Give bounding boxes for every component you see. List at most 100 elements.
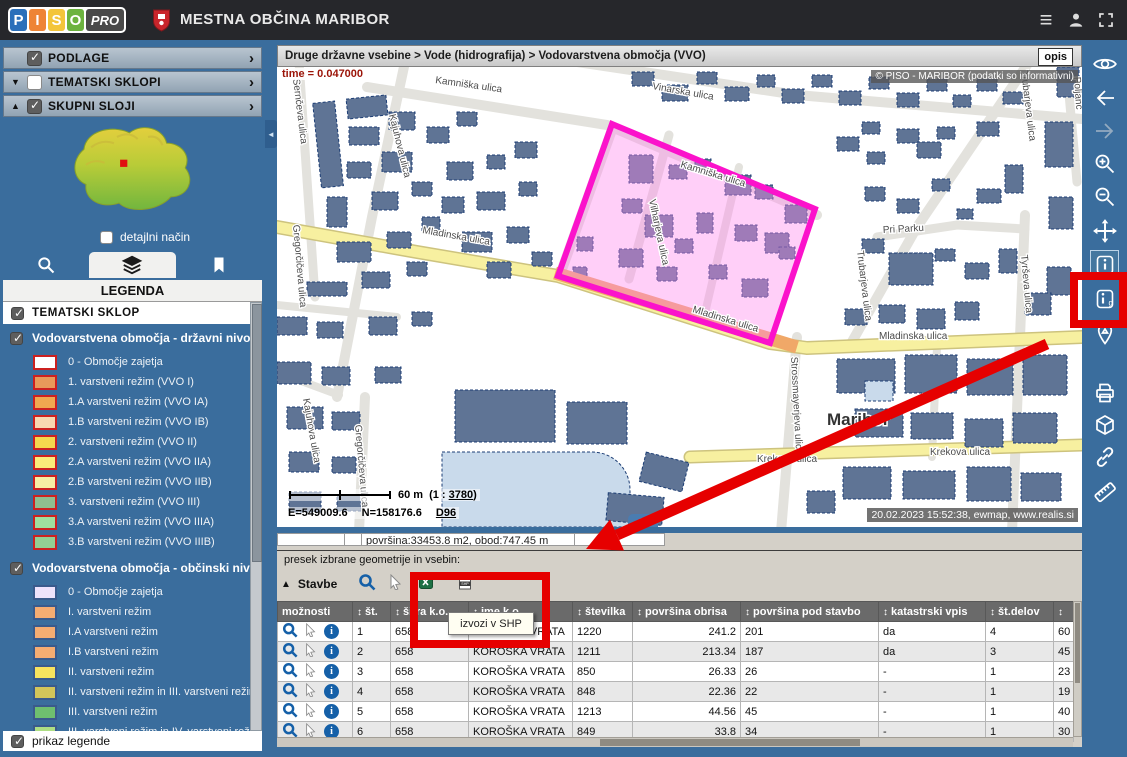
svg-text:Mladinska ulica: Mladinska ulica <box>879 331 948 342</box>
scrollbar-thumb[interactable] <box>1075 603 1080 683</box>
forward-arrow-icon[interactable] <box>1091 117 1118 144</box>
table-row[interactable]: i 4658KOROŠKA VRATA84822.3622-119 <box>278 682 1074 702</box>
selection-polygon[interactable] <box>558 124 815 343</box>
sort-icon[interactable]: ↕ <box>395 607 400 618</box>
panel-collapse-chevron[interactable]: ▼ <box>628 514 658 527</box>
col-clipped[interactable]: ↕ <box>1054 602 1074 622</box>
legend-footer[interactable]: prikaz legende <box>3 731 262 751</box>
tab-bookmarks[interactable] <box>176 252 262 278</box>
row-zoom-icon[interactable] <box>282 662 298 681</box>
skupni-checkbox[interactable] <box>27 99 42 114</box>
table-horizontal-scrollbar[interactable] <box>277 737 1073 747</box>
tematski-checkbox[interactable] <box>27 75 42 90</box>
sort-icon[interactable]: ↕ <box>577 607 582 618</box>
prikaz-legende-checkbox[interactable] <box>11 735 24 748</box>
piso-logo[interactable]: P I S O PRO <box>8 7 126 33</box>
group-checkbox[interactable] <box>10 562 23 575</box>
legend-item: 3.A varstveni režim (VVO IIIA) <box>33 512 214 532</box>
menu-icon[interactable]: ≡ <box>1034 8 1058 32</box>
tab-search[interactable] <box>3 252 89 278</box>
table-row[interactable]: i 5658KOROŠKA VRATA121344.5645-140 <box>278 702 1074 722</box>
col-povrsina-pod-stavbo[interactable]: ↕površina pod stavbo <box>741 602 879 622</box>
sort-icon[interactable]: ↕ <box>990 607 995 618</box>
fullscreen-icon[interactable] <box>1094 8 1118 32</box>
col-st-delov[interactable]: ↕št.delov <box>986 602 1054 622</box>
detail-mode-row[interactable]: detajlni način <box>100 230 190 244</box>
sort-icon[interactable]: ↕ <box>745 607 750 618</box>
row-cursor-icon[interactable] <box>304 643 318 660</box>
legend-tematski-sklop-row[interactable]: TEMATSKI SKLOP <box>3 302 250 324</box>
logo-letter-p: P <box>10 9 27 31</box>
user-icon[interactable] <box>1064 8 1088 32</box>
table-row[interactable]: i 3658KOROŠKA VRATA85026.3326-123 <box>278 662 1074 682</box>
group-checkbox[interactable] <box>10 332 23 345</box>
row-zoom-icon[interactable] <box>282 642 298 661</box>
group-zoom-icon[interactable] <box>358 573 376 596</box>
legend-swatch <box>33 585 57 600</box>
legend-scrollbar-thumb[interactable] <box>252 304 262 562</box>
sort-icon[interactable]: ↕ <box>1058 607 1063 618</box>
scale-ratio-link[interactable]: 3780 <box>449 489 473 501</box>
eye-icon[interactable] <box>1091 50 1118 77</box>
sort-icon[interactable]: ↕ <box>357 607 362 618</box>
info-group-icon[interactable]: g <box>1091 285 1118 312</box>
col-katastrski-vpis[interactable]: ↕katastrski vpis <box>879 602 986 622</box>
map-canvas[interactable]: Kamniška ulica Kamniška ulica Vinarska u… <box>277 67 1082 527</box>
zoom-out-icon[interactable] <box>1091 183 1118 210</box>
table-row[interactable]: i 2658KOROŠKA VRATA1211213.34187da345 <box>278 642 1074 662</box>
pan-icon[interactable] <box>1091 217 1118 244</box>
opis-button[interactable]: opis <box>1038 48 1073 66</box>
table-row[interactable]: i 1658KOROŠKA VRATA1220241.2201da460 <box>278 622 1074 642</box>
row-zoom-icon[interactable] <box>282 622 298 641</box>
logo-letter-o: O <box>67 9 84 31</box>
table-vertical-scrollbar[interactable] <box>1073 601 1082 737</box>
accordion-tematski-sklopi[interactable]: ▼ TEMATSKI SKLOPI › <box>3 71 262 93</box>
row-cursor-icon[interactable] <box>304 703 318 720</box>
sidebar-collapse-handle[interactable]: ◄ <box>265 120 277 148</box>
ruler-icon[interactable] <box>1091 478 1118 505</box>
prikaz-legende-label: prikaz legende <box>32 734 110 748</box>
row-cursor-icon[interactable] <box>304 623 318 640</box>
export-shp-icon[interactable]: SHP <box>458 574 472 595</box>
tab-layers[interactable] <box>89 252 175 278</box>
datum-link[interactable]: D96 <box>436 507 456 519</box>
row-info-icon[interactable]: i <box>324 644 339 659</box>
row-info-icon[interactable]: i <box>324 664 339 679</box>
export-excel-icon[interactable] <box>419 575 433 594</box>
row-zoom-icon[interactable] <box>282 702 298 721</box>
legend-group-drzavni[interactable]: Vodovarstvena območja - državni nivo <box>10 328 251 348</box>
row-cursor-icon[interactable] <box>304 683 318 700</box>
location-pin-icon[interactable] <box>1091 320 1118 347</box>
accordion-skupni-sloji[interactable]: ▲ SKUPNI SLOJI › <box>3 95 262 117</box>
info-icon[interactable] <box>1091 251 1118 278</box>
link-icon[interactable] <box>1091 443 1118 470</box>
detail-mode-checkbox[interactable] <box>100 231 113 244</box>
row-cursor-icon[interactable] <box>304 663 318 680</box>
sort-icon[interactable]: ↕ <box>637 607 642 618</box>
col-stevilka[interactable]: ↕številka <box>573 602 633 622</box>
col-povrsina-obrisa[interactable]: ↕površina obrisa <box>633 602 741 622</box>
breadcrumb: Druge državne vsebine > Vode (hidrografi… <box>277 45 1082 67</box>
legend-swatch <box>33 625 57 640</box>
map-viewport[interactable]: Kamniška ulica Kamniška ulica Vinarska u… <box>277 67 1082 527</box>
back-arrow-icon[interactable] <box>1091 84 1118 111</box>
scrollbar-thumb[interactable] <box>600 739 860 746</box>
tematski-sklop-checkbox[interactable] <box>11 307 24 320</box>
row-info-icon[interactable]: i <box>324 684 339 699</box>
zoom-in-icon[interactable] <box>1091 150 1118 177</box>
accordion-podlage[interactable]: PODLAGE › <box>3 47 262 69</box>
cube-3d-icon[interactable] <box>1091 411 1118 438</box>
row-info-icon[interactable]: i <box>324 704 339 719</box>
group-select-cursor-icon[interactable] <box>388 574 404 595</box>
sort-icon[interactable]: ↕ <box>883 607 888 618</box>
collapse-triangle-icon[interactable]: ▲ <box>281 579 291 590</box>
legend-item: I.A varstveni režim <box>33 622 158 642</box>
row-info-icon[interactable]: i <box>324 624 339 639</box>
print-icon[interactable] <box>1091 379 1118 406</box>
legend-group-obcinski[interactable]: Vodovarstvena območja - občinski nivo <box>10 558 257 578</box>
row-zoom-icon[interactable] <box>282 682 298 701</box>
legend-scrollbar[interactable] <box>250 302 262 731</box>
podlage-checkbox[interactable] <box>27 51 42 66</box>
col-st[interactable]: ↕št. <box>353 602 391 622</box>
overview-map[interactable] <box>55 118 210 227</box>
